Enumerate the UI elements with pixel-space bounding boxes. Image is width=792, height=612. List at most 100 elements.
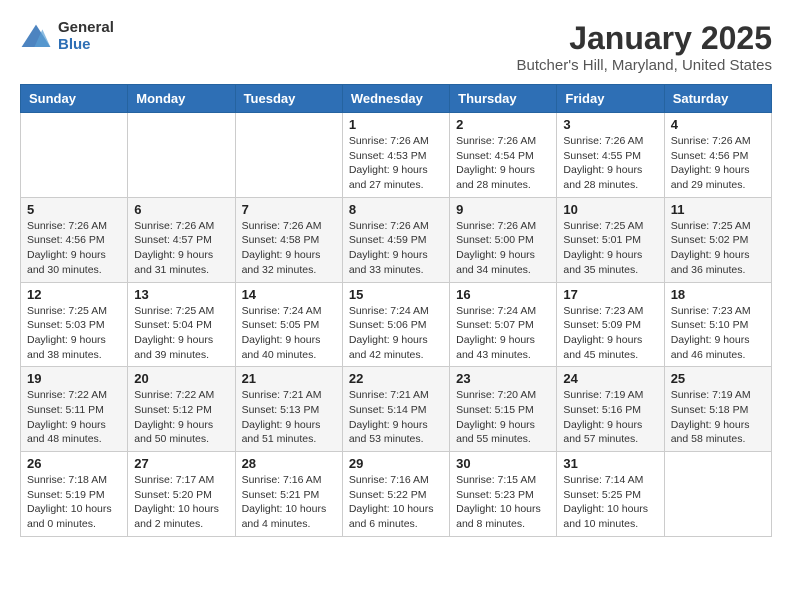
day-info: Sunrise: 7:26 AM Sunset: 4:56 PM Dayligh… [27, 219, 121, 278]
day-info: Sunrise: 7:16 AM Sunset: 5:22 PM Dayligh… [349, 473, 443, 532]
day-number: 23 [456, 371, 550, 386]
day-info: Sunrise: 7:21 AM Sunset: 5:13 PM Dayligh… [242, 388, 336, 447]
calendar-cell: 13Sunrise: 7:25 AM Sunset: 5:04 PM Dayli… [128, 282, 235, 367]
calendar-cell: 7 Sunrise: 7:26 AM Sunset: 4:58 PM Daylig… [235, 197, 342, 282]
day-info: Sunrise: 7:26 AM Sunset: 4:58 PM Dayligh… [242, 219, 336, 278]
day-number: 15 [349, 287, 443, 302]
day-number: 9 [456, 202, 550, 217]
logo-blue: Blue [58, 37, 114, 54]
day-info: Sunrise: 7:26 AM Sunset: 4:59 PM Dayligh… [349, 219, 443, 278]
day-info: Sunrise: 7:21 AM Sunset: 5:14 PM Dayligh… [349, 388, 443, 447]
day-info: Sunrise: 7:26 AM Sunset: 5:00 PM Dayligh… [456, 219, 550, 278]
day-number: 21 [242, 371, 336, 386]
calendar-cell: 9 Sunrise: 7:26 AM Sunset: 5:00 PM Daylig… [450, 197, 557, 282]
weekday-header-friday: Friday [557, 85, 664, 113]
calendar-cell: 21 Sunrise: 7:21 AM Sunset: 5:13 PM Dayli… [235, 367, 342, 452]
calendar-cell [21, 113, 128, 198]
day-number: 29 [349, 456, 443, 471]
calendar-cell: 6 Sunrise: 7:26 AM Sunset: 4:57 PM Daylig… [128, 197, 235, 282]
day-info: Sunrise: 7:17 AM Sunset: 5:20 PM Dayligh… [134, 473, 228, 532]
day-info: Sunrise: 7:15 AM Sunset: 5:23 PM Dayligh… [456, 473, 550, 532]
day-number: 30 [456, 456, 550, 471]
calendar-cell: 22 Sunrise: 7:21 AM Sunset: 5:14 PM Dayli… [342, 367, 449, 452]
day-info: Sunrise: 7:26 AM Sunset: 4:55 PM Dayligh… [563, 134, 657, 193]
calendar-subtitle: Butcher's Hill, Maryland, United States [517, 57, 772, 74]
title-section: January 2025 Butcher's Hill, Maryland, U… [517, 20, 772, 74]
day-number: 10 [563, 202, 657, 217]
day-number: 12 [27, 287, 121, 302]
day-info: Sunrise: 7:20 AM Sunset: 5:15 PM Dayligh… [456, 388, 550, 447]
day-info: Sunrise: 7:22 AM Sunset: 5:11 PM Dayligh… [27, 388, 121, 447]
day-number: 22 [349, 371, 443, 386]
weekday-header-wednesday: Wednesday [342, 85, 449, 113]
calendar-cell: 4 Sunrise: 7:26 AM Sunset: 4:56 PM Daylig… [664, 113, 771, 198]
calendar-cell: 25Sunrise: 7:19 AM Sunset: 5:18 PM Dayli… [664, 367, 771, 452]
calendar-cell: 11Sunrise: 7:25 AM Sunset: 5:02 PM Dayli… [664, 197, 771, 282]
calendar-cell: 27 Sunrise: 7:17 AM Sunset: 5:20 PM Dayli… [128, 452, 235, 537]
calendar-cell: 8 Sunrise: 7:26 AM Sunset: 4:59 PM Daylig… [342, 197, 449, 282]
weekday-header-saturday: Saturday [664, 85, 771, 113]
calendar-cell [128, 113, 235, 198]
day-info: Sunrise: 7:18 AM Sunset: 5:19 PM Dayligh… [27, 473, 121, 532]
calendar-cell: 5Sunrise: 7:26 AM Sunset: 4:56 PM Daylig… [21, 197, 128, 282]
calendar-cell: 30 Sunrise: 7:15 AM Sunset: 5:23 PM Dayli… [450, 452, 557, 537]
day-number: 7 [242, 202, 336, 217]
calendar-cell: 17 Sunrise: 7:23 AM Sunset: 5:09 PM Dayli… [557, 282, 664, 367]
day-info: Sunrise: 7:24 AM Sunset: 5:06 PM Dayligh… [349, 304, 443, 363]
calendar-cell [664, 452, 771, 537]
day-number: 16 [456, 287, 550, 302]
calendar-cell: 20Sunrise: 7:22 AM Sunset: 5:12 PM Dayli… [128, 367, 235, 452]
calendar-table: SundayMondayTuesdayWednesdayThursdayFrid… [20, 84, 772, 537]
day-info: Sunrise: 7:25 AM Sunset: 5:04 PM Dayligh… [134, 304, 228, 363]
day-info: Sunrise: 7:26 AM Sunset: 4:56 PM Dayligh… [671, 134, 765, 193]
day-number: 4 [671, 117, 765, 132]
calendar-cell: 28 Sunrise: 7:16 AM Sunset: 5:21 PM Dayli… [235, 452, 342, 537]
day-number: 14 [242, 287, 336, 302]
day-info: Sunrise: 7:22 AM Sunset: 5:12 PM Dayligh… [134, 388, 228, 447]
day-number: 24 [563, 371, 657, 386]
calendar-cell: 31 Sunrise: 7:14 AM Sunset: 5:25 PM Dayli… [557, 452, 664, 537]
day-number: 31 [563, 456, 657, 471]
day-info: Sunrise: 7:24 AM Sunset: 5:07 PM Dayligh… [456, 304, 550, 363]
calendar-cell: 15 Sunrise: 7:24 AM Sunset: 5:06 PM Dayli… [342, 282, 449, 367]
weekday-header-monday: Monday [128, 85, 235, 113]
day-info: Sunrise: 7:23 AM Sunset: 5:10 PM Dayligh… [671, 304, 765, 363]
calendar-cell [235, 113, 342, 198]
calendar-cell: 14 Sunrise: 7:24 AM Sunset: 5:05 PM Dayli… [235, 282, 342, 367]
calendar-title: January 2025 [517, 20, 772, 57]
day-number: 18 [671, 287, 765, 302]
day-number: 2 [456, 117, 550, 132]
day-info: Sunrise: 7:26 AM Sunset: 4:57 PM Dayligh… [134, 219, 228, 278]
calendar-cell: 23 Sunrise: 7:20 AM Sunset: 5:15 PM Dayli… [450, 367, 557, 452]
day-number: 17 [563, 287, 657, 302]
logo-general: General [58, 20, 114, 37]
day-info: Sunrise: 7:25 AM Sunset: 5:01 PM Dayligh… [563, 219, 657, 278]
calendar-cell: 1 Sunrise: 7:26 AM Sunset: 4:53 PM Daylig… [342, 113, 449, 198]
day-info: Sunrise: 7:25 AM Sunset: 5:03 PM Dayligh… [27, 304, 121, 363]
calendar-cell: 29 Sunrise: 7:16 AM Sunset: 5:22 PM Dayli… [342, 452, 449, 537]
day-number: 3 [563, 117, 657, 132]
calendar-cell: 10 Sunrise: 7:25 AM Sunset: 5:01 PM Dayli… [557, 197, 664, 282]
header-section: General Blue January 2025 Butcher's Hill… [20, 20, 772, 74]
day-info: Sunrise: 7:16 AM Sunset: 5:21 PM Dayligh… [242, 473, 336, 532]
calendar-cell: 19 Sunrise: 7:22 AM Sunset: 5:11 PM Dayli… [21, 367, 128, 452]
day-number: 28 [242, 456, 336, 471]
calendar-cell: 24 Sunrise: 7:19 AM Sunset: 5:16 PM Dayli… [557, 367, 664, 452]
day-number: 6 [134, 202, 228, 217]
day-number: 27 [134, 456, 228, 471]
day-number: 26 [27, 456, 121, 471]
day-info: Sunrise: 7:19 AM Sunset: 5:16 PM Dayligh… [563, 388, 657, 447]
weekday-header-thursday: Thursday [450, 85, 557, 113]
logo: General Blue [20, 20, 114, 53]
day-info: Sunrise: 7:26 AM Sunset: 4:54 PM Dayligh… [456, 134, 550, 193]
day-info: Sunrise: 7:24 AM Sunset: 5:05 PM Dayligh… [242, 304, 336, 363]
day-info: Sunrise: 7:14 AM Sunset: 5:25 PM Dayligh… [563, 473, 657, 532]
day-number: 19 [27, 371, 121, 386]
day-info: Sunrise: 7:23 AM Sunset: 5:09 PM Dayligh… [563, 304, 657, 363]
day-info: Sunrise: 7:26 AM Sunset: 4:53 PM Dayligh… [349, 134, 443, 193]
day-number: 1 [349, 117, 443, 132]
day-number: 8 [349, 202, 443, 217]
calendar-cell: 26 Sunrise: 7:18 AM Sunset: 5:19 PM Dayli… [21, 452, 128, 537]
calendar-cell: 18 Sunrise: 7:23 AM Sunset: 5:10 PM Dayli… [664, 282, 771, 367]
calendar-cell: 16 Sunrise: 7:24 AM Sunset: 5:07 PM Dayli… [450, 282, 557, 367]
